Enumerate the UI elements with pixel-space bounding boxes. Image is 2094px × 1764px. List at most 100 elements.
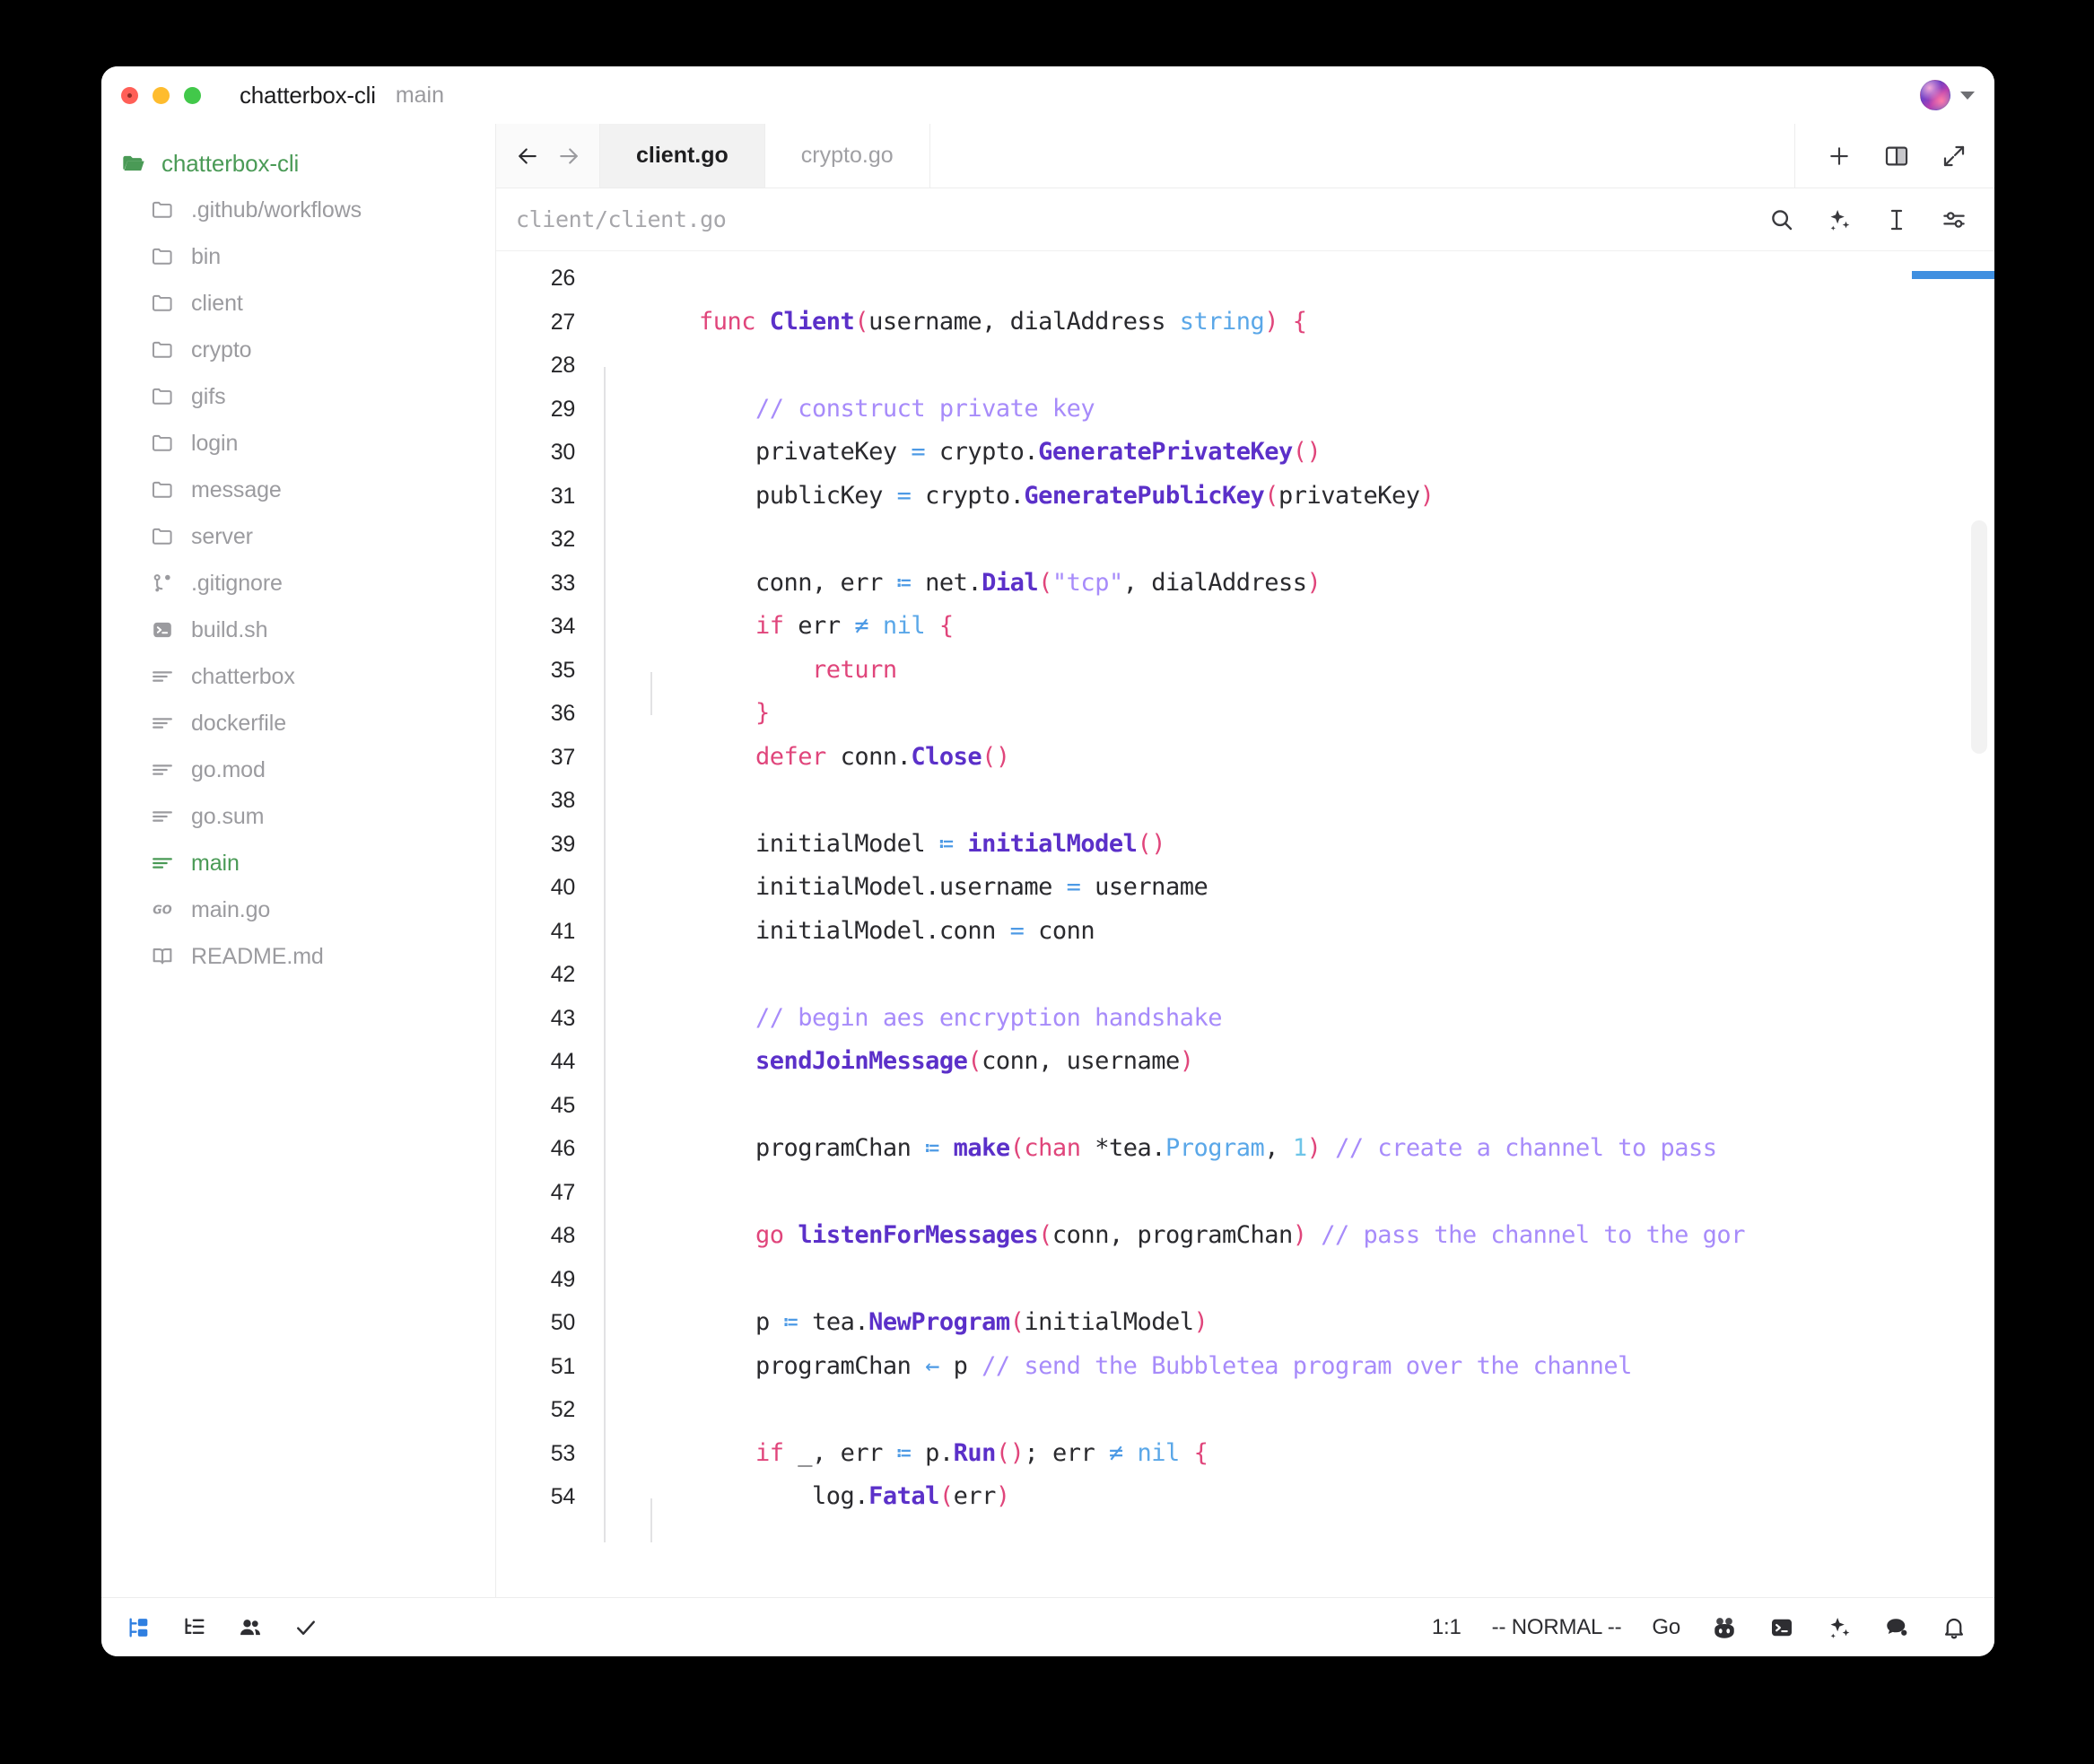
tab-crypto-go[interactable]: crypto.go	[765, 124, 930, 188]
code-line[interactable]: 38	[496, 779, 1994, 823]
close-button[interactable]	[121, 87, 138, 104]
code-line[interactable]: 39 initialModel ≔ initialModel()	[496, 823, 1994, 867]
settings-sliders-icon[interactable]	[1941, 206, 1967, 233]
code-line[interactable]: 45	[496, 1084, 1994, 1128]
language-indicator[interactable]: Go	[1652, 1615, 1680, 1640]
code-text[interactable]: programChan ← p // send the Bubbletea pr…	[699, 1345, 1994, 1389]
collab-panel-icon[interactable]	[238, 1615, 263, 1640]
code-line[interactable]: 54 log.Fatal(err)	[496, 1475, 1994, 1519]
code-line[interactable]: 26	[496, 257, 1994, 301]
code-text[interactable]: sendJoinMessage(conn, username)	[699, 1040, 1994, 1084]
code-text[interactable]: if _, err ≔ p.Run(); err ≠ nil {	[699, 1432, 1994, 1476]
code-line[interactable]: 42	[496, 953, 1994, 997]
code-text[interactable]: }	[699, 692, 1994, 736]
project-panel[interactable]: chatterbox-cli .github/workflowsbinclien…	[101, 124, 496, 1597]
code-line[interactable]: 35 return	[496, 649, 1994, 693]
code-text[interactable]: p ≔ tea.NewProgram(initialModel)	[699, 1301, 1994, 1345]
arrow-left-icon[interactable]	[514, 143, 541, 170]
code-text[interactable]: privateKey = crypto.GeneratePrivateKey()	[699, 431, 1994, 475]
file-row[interactable]: build.sh	[101, 607, 495, 653]
code-line[interactable]: 50 p ≔ tea.NewProgram(initialModel)	[496, 1301, 1994, 1345]
zoom-button[interactable]	[184, 87, 201, 104]
project-root-row[interactable]: chatterbox-cli	[101, 140, 495, 187]
code-line[interactable]: 48 go listenForMessages(conn, programCha…	[496, 1214, 1994, 1258]
file-row[interactable]: .github/workflows	[101, 187, 495, 233]
expand-diagonal-icon[interactable]	[1941, 143, 1967, 170]
file-row[interactable]: gifs	[101, 373, 495, 420]
cursor-position[interactable]: 1:1	[1432, 1615, 1461, 1640]
file-row[interactable]: bin	[101, 233, 495, 280]
code-line[interactable]: 37 defer conn.Close()	[496, 736, 1994, 780]
minimize-button[interactable]	[153, 87, 170, 104]
code-line[interactable]: 49	[496, 1258, 1994, 1302]
code-line[interactable]: 34 if err ≠ nil {	[496, 605, 1994, 649]
code-line[interactable]: 32	[496, 518, 1994, 562]
chat-icon[interactable]	[1883, 1614, 1910, 1641]
file-row[interactable]: README.md	[101, 933, 495, 980]
code-line[interactable]: 47	[496, 1171, 1994, 1215]
code-line[interactable]: 51 programChan ← p // send the Bubbletea…	[496, 1345, 1994, 1389]
code-line[interactable]: 33 conn, err ≔ net.Dial("tcp", dialAddre…	[496, 562, 1994, 606]
code-line[interactable]: 27func Client(username, dialAddress stri…	[496, 301, 1994, 345]
terminal-icon[interactable]	[1768, 1614, 1795, 1641]
file-row[interactable]: go.sum	[101, 793, 495, 840]
file-row[interactable]: GOmain.go	[101, 886, 495, 933]
code-text[interactable]: // construct private key	[699, 388, 1994, 432]
plus-icon[interactable]	[1826, 143, 1853, 170]
code-text[interactable]: log.Fatal(err)	[699, 1475, 1994, 1519]
bell-icon[interactable]	[1941, 1614, 1967, 1641]
sparkle-ai-icon[interactable]	[1826, 1614, 1853, 1641]
copilot-icon[interactable]	[1711, 1614, 1738, 1641]
code-line[interactable]: 36 }	[496, 692, 1994, 736]
file-row[interactable]: crypto	[101, 327, 495, 373]
code-text[interactable]: // begin aes encryption handshake	[699, 997, 1994, 1041]
vertical-scrollbar[interactable]	[1971, 520, 1987, 754]
code-line[interactable]: 31 publicKey = crypto.GeneratePublicKey(…	[496, 475, 1994, 519]
file-row[interactable]: client	[101, 280, 495, 327]
code-line[interactable]: 43 // begin aes encryption handshake	[496, 997, 1994, 1041]
code-text[interactable]: return	[699, 649, 1994, 693]
breadcrumb-path[interactable]: client/client.go	[516, 206, 726, 232]
code-line[interactable]: 28	[496, 344, 1994, 388]
file-row[interactable]: dockerfile	[101, 700, 495, 747]
code-line[interactable]: 41 initialModel.conn = conn	[496, 910, 1994, 954]
code-text[interactable]: programChan ≔ make(chan *tea.Program, 1)…	[699, 1127, 1994, 1171]
text-cursor-icon[interactable]	[1883, 206, 1910, 233]
line-number: 37	[496, 736, 602, 780]
file-row[interactable]: server	[101, 513, 495, 560]
code-text[interactable]: go listenForMessages(conn, programChan) …	[699, 1214, 1994, 1258]
code-text[interactable]: defer conn.Close()	[699, 736, 1994, 780]
file-row[interactable]: go.mod	[101, 747, 495, 793]
code-line[interactable]: 52	[496, 1388, 1994, 1432]
code-area[interactable]: 2627func Client(username, dialAddress st…	[496, 251, 1994, 1597]
code-line[interactable]: 40 initialModel.username = username	[496, 866, 1994, 910]
sparkle-ai-icon[interactable]	[1826, 206, 1853, 233]
file-row[interactable]: login	[101, 420, 495, 467]
file-row[interactable]: main	[101, 840, 495, 886]
code-line[interactable]: 44 sendJoinMessage(conn, username)	[496, 1040, 1994, 1084]
code-text[interactable]: initialModel.username = username	[699, 866, 1994, 910]
project-panel-icon[interactable]	[127, 1615, 152, 1640]
user-avatar[interactable]	[1920, 80, 1950, 110]
search-icon[interactable]	[1768, 206, 1795, 233]
code-line[interactable]: 46 programChan ≔ make(chan *tea.Program,…	[496, 1127, 1994, 1171]
file-row[interactable]: .gitignore	[101, 560, 495, 607]
chevron-down-icon[interactable]	[1960, 92, 1975, 100]
diagnostics-check-icon[interactable]	[293, 1615, 318, 1640]
file-row[interactable]: message	[101, 467, 495, 513]
code-lines[interactable]: 2627func Client(username, dialAddress st…	[496, 251, 1994, 1597]
code-line[interactable]: 29 // construct private key	[496, 388, 1994, 432]
arrow-right-icon[interactable]	[555, 143, 582, 170]
code-line[interactable]: 30 privateKey = crypto.GeneratePrivateKe…	[496, 431, 1994, 475]
tab-client-go[interactable]: client.go	[600, 124, 765, 188]
outline-panel-icon[interactable]	[182, 1615, 207, 1640]
file-row[interactable]: chatterbox	[101, 653, 495, 700]
code-text[interactable]: initialModel ≔ initialModel()	[699, 823, 1994, 867]
code-text[interactable]: publicKey = crypto.GeneratePublicKey(pri…	[699, 475, 1994, 519]
code-text[interactable]: if err ≠ nil {	[699, 605, 1994, 649]
split-pane-icon[interactable]	[1883, 143, 1910, 170]
code-line[interactable]: 53 if _, err ≔ p.Run(); err ≠ nil {	[496, 1432, 1994, 1476]
code-text[interactable]: conn, err ≔ net.Dial("tcp", dialAddress)	[699, 562, 1994, 606]
code-text[interactable]: initialModel.conn = conn	[699, 910, 1994, 954]
code-text[interactable]: func Client(username, dialAddress string…	[699, 301, 1994, 345]
